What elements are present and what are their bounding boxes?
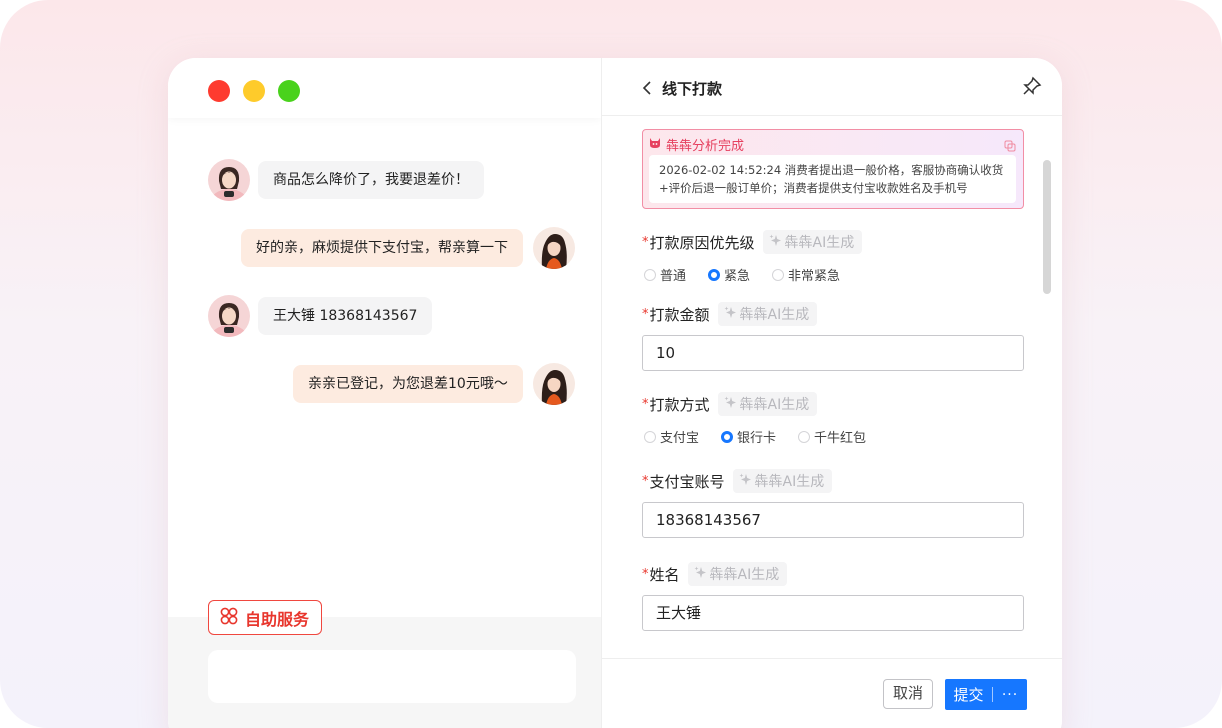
alipay-account-field-label: * 支付宝账号 犇犇AI生成	[642, 469, 833, 493]
ai-card-header: 犇犇分析完成	[649, 135, 744, 154]
radio-label: 普通	[660, 269, 687, 284]
priority-radio-group: 普通 紧急 非常紧急	[644, 265, 862, 284]
ai-card-title: 犇犇分析完成	[666, 139, 745, 154]
sparkle-icon	[724, 396, 737, 413]
chat-message: 商品怎么降价了，我要退差价！	[208, 159, 484, 201]
chevron-left-icon[interactable]	[642, 80, 652, 99]
message-bubble: 亲亲已登记，为您退差10元哦～	[293, 365, 523, 403]
method-field-label: * 打款方式 犇犇AI生成	[642, 392, 818, 416]
required-mark: *	[642, 306, 649, 322]
required-mark: *	[642, 473, 649, 489]
name-label: 姓名	[649, 565, 680, 584]
sparkle-icon	[724, 306, 737, 323]
ai-generate-button[interactable]: 犇犇AI生成	[717, 302, 818, 326]
scrollbar-thumb[interactable]	[1043, 160, 1051, 294]
self-service-label: 自助服务	[245, 609, 310, 629]
chat-message: 好的亲，麻烦提供下支付宝，帮亲算一下	[241, 227, 575, 269]
required-mark: *	[642, 396, 649, 412]
message-bubble: 王大锤 18368143567	[258, 297, 433, 335]
ai-analysis-card: 犇犇分析完成 2026-02-02 14:52:24 消费者提出退一般价格，客服…	[642, 129, 1024, 209]
grid-flower-icon	[219, 606, 239, 630]
ai-generate-label: 犇犇AI生成	[754, 474, 825, 490]
submit-split-button: 提交 ···	[945, 679, 1027, 710]
radio-button[interactable]	[644, 430, 656, 443]
radio-button[interactable]	[772, 268, 785, 281]
alipay-account-input[interactable]: 18368143567	[642, 502, 1024, 538]
agent-avatar	[532, 363, 575, 405]
submit-button[interactable]: 提交	[945, 684, 992, 705]
ai-generate-button[interactable]: 犇犇AI生成	[762, 230, 863, 254]
page-background: 商品怎么降价了，我要退差价！ 好的亲，麻烦提供下支付宝，帮亲算一下 王大锤 18…	[0, 0, 1222, 728]
sparkle-icon	[769, 234, 782, 251]
pin-icon[interactable]	[1022, 76, 1042, 100]
payment-panel: 线下打款 犇犇分析完成 2026-02-02 14:52:24 消费者提出退一般…	[601, 58, 1062, 728]
window-titlebar	[168, 58, 601, 118]
priority-label: 打款原因优先级	[649, 233, 755, 252]
method-option-bank-card[interactable]: 银行卡	[721, 427, 776, 446]
more-options-button[interactable]: ···	[993, 687, 1027, 703]
name-input[interactable]: 王大锤	[642, 595, 1024, 631]
ai-generate-label: 犇犇AI生成	[709, 567, 780, 583]
minimize-window-button[interactable]	[243, 80, 265, 102]
method-option-qianniu-red-packet[interactable]: 千牛红包	[798, 427, 866, 446]
radio-button[interactable]	[798, 430, 811, 443]
sparkle-icon	[739, 473, 752, 490]
app-window: 商品怎么降价了，我要退差价！ 好的亲，麻烦提供下支付宝，帮亲算一下 王大锤 18…	[168, 58, 1062, 728]
priority-option-normal[interactable]: 普通	[644, 265, 686, 284]
amount-input[interactable]: 10	[642, 335, 1024, 371]
customer-avatar	[208, 295, 250, 337]
close-window-button[interactable]	[208, 80, 230, 102]
ai-generate-label: 犇犇AI生成	[739, 307, 810, 323]
required-mark: *	[642, 234, 649, 250]
message-bubble: 好的亲，麻烦提供下支付宝，帮亲算一下	[241, 229, 523, 267]
radio-label: 支付宝	[660, 431, 700, 446]
chat-message-input[interactable]	[208, 650, 576, 703]
radio-button[interactable]	[644, 268, 656, 281]
bull-logo-icon	[649, 137, 661, 153]
copy-icon[interactable]	[1004, 137, 1016, 156]
method-label: 打款方式	[649, 395, 710, 414]
radio-button-selected[interactable]	[708, 268, 721, 281]
radio-label: 紧急	[724, 269, 751, 284]
ai-card-summary: 2026-02-02 14:52:24 消费者提出退一般价格，客服协商确认收货+…	[649, 155, 1016, 203]
amount-label: 打款金额	[649, 305, 710, 324]
ai-generate-label: 犇犇AI生成	[739, 397, 810, 413]
priority-option-very-urgent[interactable]: 非常紧急	[772, 265, 840, 284]
self-service-button[interactable]: 自助服务	[208, 600, 323, 635]
radio-label: 银行卡	[737, 431, 777, 446]
sparkle-icon	[694, 566, 707, 583]
panel-footer: 取消 提交 ···	[602, 658, 1062, 728]
ai-generate-button[interactable]: 犇犇AI生成	[732, 469, 833, 493]
alipay-account-label: 支付宝账号	[649, 472, 725, 491]
maximize-window-button[interactable]	[278, 80, 300, 102]
panel-title: 线下打款	[662, 80, 723, 98]
name-field-label: * 姓名 犇犇AI生成	[642, 562, 788, 586]
cancel-button[interactable]: 取消	[883, 679, 933, 709]
method-radio-group: 支付宝 银行卡 千牛红包	[644, 427, 888, 446]
radio-button-selected[interactable]	[721, 430, 734, 443]
radio-label: 非常紧急	[788, 269, 841, 284]
radio-label: 千牛红包	[814, 431, 867, 446]
ai-generate-button[interactable]: 犇犇AI生成	[687, 562, 788, 586]
agent-avatar	[533, 227, 575, 269]
amount-field-label: * 打款金额 犇犇AI生成	[642, 302, 818, 326]
message-bubble: 商品怎么降价了，我要退差价！	[258, 161, 484, 199]
ai-generate-button[interactable]: 犇犇AI生成	[717, 392, 818, 416]
priority-field-label: * 打款原因优先级 犇犇AI生成	[642, 230, 863, 254]
chat-message: 王大锤 18368143567	[208, 295, 433, 337]
customer-avatar	[208, 159, 250, 201]
priority-option-urgent[interactable]: 紧急	[708, 265, 750, 284]
method-option-alipay[interactable]: 支付宝	[644, 427, 699, 446]
chat-message: 亲亲已登记，为您退差10元哦～	[293, 363, 575, 405]
required-mark: *	[642, 566, 649, 582]
chat-pane: 商品怎么降价了，我要退差价！ 好的亲，麻烦提供下支付宝，帮亲算一下 王大锤 18…	[168, 58, 601, 728]
ai-generate-label: 犇犇AI生成	[784, 235, 855, 251]
panel-header: 线下打款	[602, 58, 1062, 116]
